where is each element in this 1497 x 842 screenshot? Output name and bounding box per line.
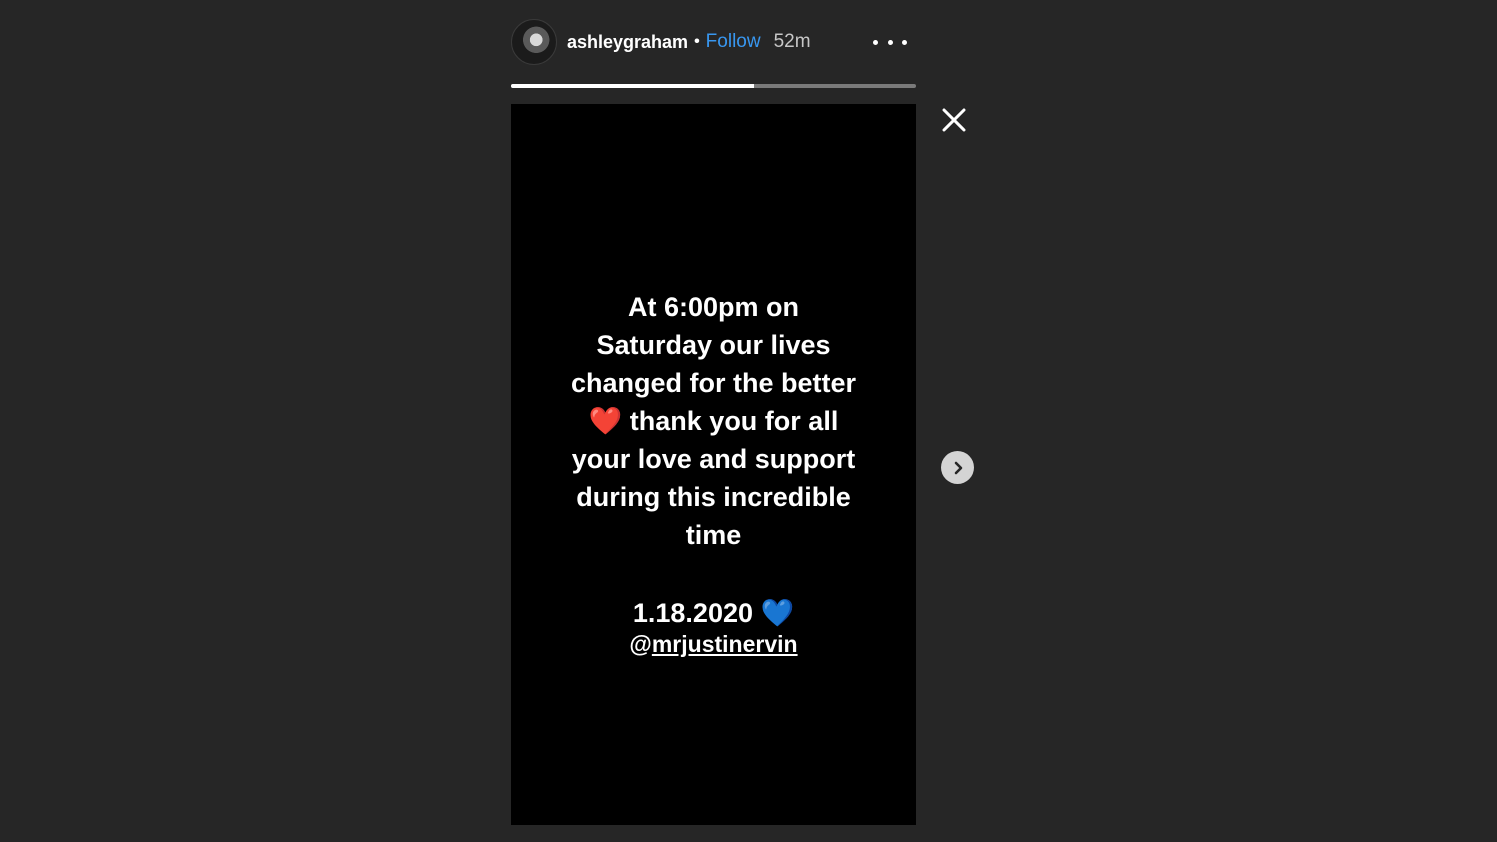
- story-content[interactable]: At 6:00pm on Saturday our lives changed …: [511, 104, 916, 825]
- story-progress-bar: [511, 84, 916, 88]
- mention-at-sign: @: [629, 631, 652, 657]
- mention-link[interactable]: mrjustinervin: [652, 631, 798, 657]
- story-message: At 6:00pm on Saturday our lives changed …: [570, 292, 857, 550]
- post-time: 52m: [773, 31, 811, 52]
- more-dot: [902, 39, 907, 45]
- close-icon[interactable]: [940, 106, 968, 134]
- avatar[interactable]: [511, 19, 557, 65]
- follow-button[interactable]: Follow: [706, 31, 761, 53]
- more-dot: [887, 39, 893, 45]
- story-header: ashleygraham • Follow 52m: [511, 19, 916, 65]
- username[interactable]: ashleygraham: [567, 32, 688, 53]
- story-date-line: 1.18.2020 💙: [632, 598, 795, 628]
- story-mention: @mrjustinervin: [511, 629, 916, 659]
- next-story-button[interactable]: [941, 451, 974, 484]
- more-options-icon[interactable]: [873, 31, 907, 53]
- story-progress-fill: [511, 84, 754, 88]
- story-viewer: ashleygraham • Follow 52m At 6:00pm on S…: [0, 0, 1497, 842]
- separator-dot: •: [694, 33, 700, 50]
- chevron-right-icon: [954, 461, 962, 474]
- more-dot: [873, 39, 878, 45]
